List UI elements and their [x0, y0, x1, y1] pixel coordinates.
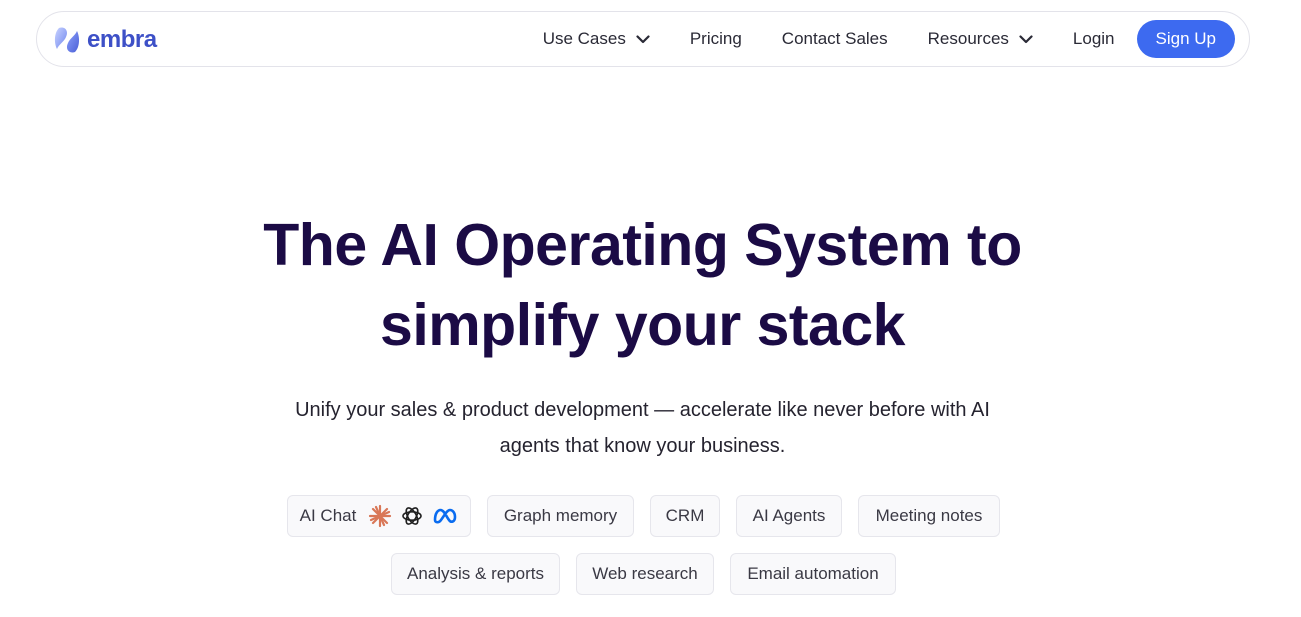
feature-chip-label: Graph memory: [503, 506, 618, 525]
embra-logo-icon: [54, 27, 80, 53]
feature-chip-label: Analysis & reports: [407, 564, 544, 583]
hero-title-line-1: The AI Operating System to: [263, 212, 1022, 278]
brand-logo[interactable]: embra: [53, 25, 157, 55]
feature-chip-ai-chat: AI Chat: [287, 495, 471, 537]
nav-login[interactable]: Login: [1073, 20, 1115, 58]
nav-contact-sales[interactable]: Contact Sales: [782, 20, 888, 58]
hero-title: The AI Operating System to simplify your…: [0, 205, 1285, 365]
feature-chip-label: Web research: [592, 564, 698, 583]
meta-icon: [434, 508, 457, 524]
top-navbar: embra Use Cases Pricing Contact Sales Re…: [36, 11, 1250, 67]
sign-up-button[interactable]: Sign Up: [1136, 20, 1235, 58]
chevron-down-icon: [636, 34, 650, 43]
nav-use-cases[interactable]: Use Cases: [543, 20, 650, 58]
nav-resources[interactable]: Resources: [928, 20, 1033, 58]
feature-chip-email-automation: Email automation: [730, 553, 896, 595]
anthropic-icon: [369, 504, 392, 528]
feature-chip-label: CRM: [665, 506, 705, 525]
feature-chip-analysis-reports: Analysis & reports: [391, 553, 560, 595]
hero-subtitle-line-1: Unify your sales & product development —…: [295, 399, 990, 421]
feature-chip-label: Email automation: [747, 564, 879, 583]
nav-pricing-label: Pricing: [689, 29, 742, 48]
hero-subtitle-line-2: agents that know your business.: [499, 435, 786, 457]
chevron-down-icon: [1019, 34, 1033, 43]
feature-chip-label: AI Chat: [299, 506, 357, 525]
model-icons: [368, 504, 458, 528]
nav-contact-sales-label: Contact Sales: [781, 29, 888, 48]
feature-chip-meeting-notes: Meeting notes: [858, 495, 1000, 537]
hero-title-line-2: simplify your stack: [380, 292, 906, 358]
feature-chip-label: AI Agents: [752, 506, 826, 525]
hero-subtitle: Unify your sales & product development —…: [0, 392, 1285, 464]
feature-chip-label: Meeting notes: [875, 506, 983, 525]
feature-chip-web-research: Web research: [576, 553, 714, 595]
nav-pricing[interactable]: Pricing: [690, 20, 742, 58]
feature-chip-crm: CRM: [650, 495, 720, 537]
nav-resources-label: Resources: [927, 29, 1009, 48]
openai-icon: [402, 507, 423, 525]
brand-name: embra: [87, 26, 157, 53]
main-nav: Use Cases Pricing Contact Sales Resource…: [543, 20, 1235, 58]
nav-login-label: Login: [1072, 29, 1115, 48]
nav-use-cases-label: Use Cases: [542, 29, 626, 48]
feature-chip-ai-agents: AI Agents: [736, 495, 842, 537]
feature-chip-graph-memory: Graph memory: [487, 495, 634, 537]
